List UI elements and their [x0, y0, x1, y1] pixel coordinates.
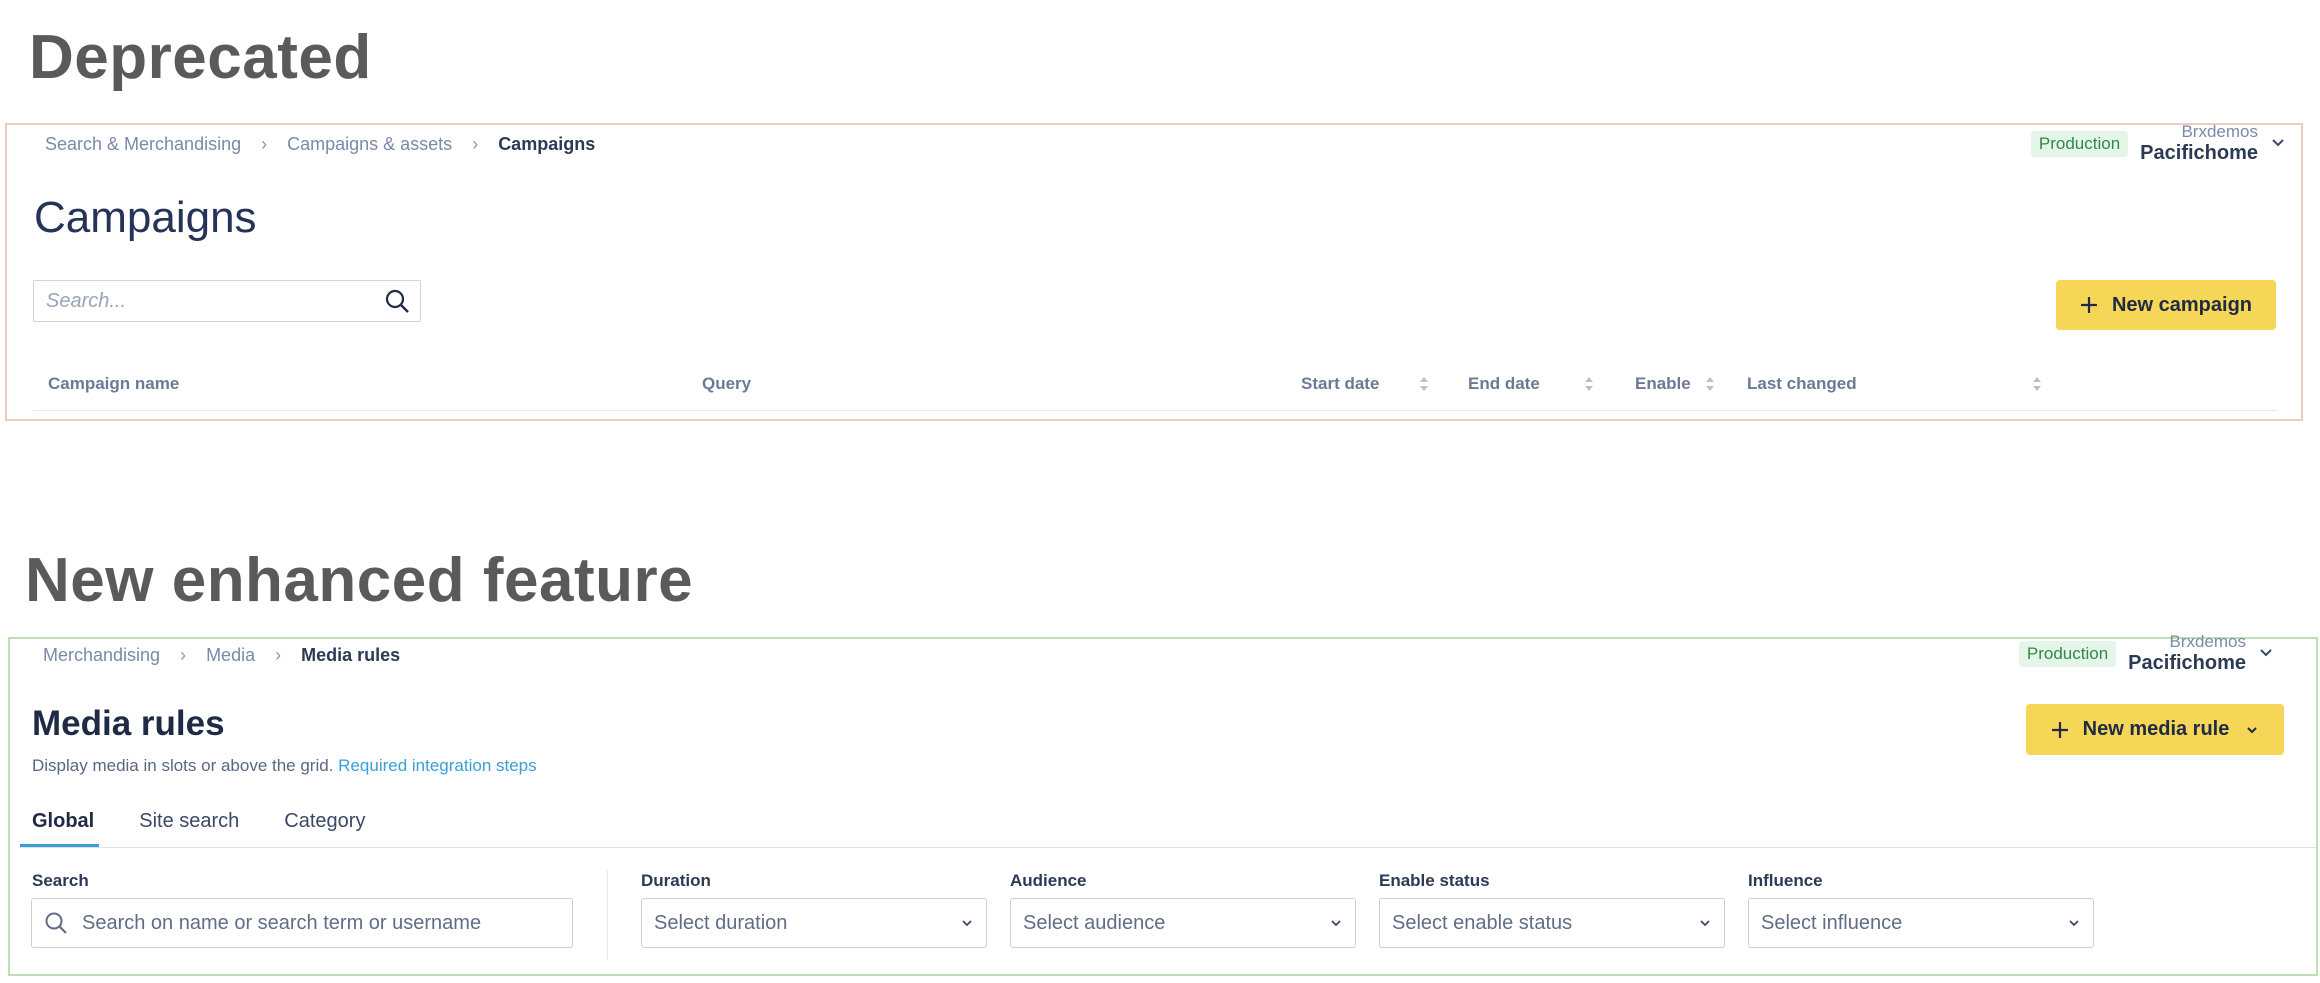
chevron-down-icon[interactable] [2270, 135, 2286, 151]
breadcrumb: Merchandising › Media › Media rules [43, 645, 400, 666]
column-header-enable[interactable]: Enable [1635, 374, 1715, 394]
chevron-down-icon [1331, 920, 1341, 927]
search-filter-label: Search [32, 871, 89, 890]
audience-select-value: Select audience [1023, 911, 1166, 934]
chevron-right-icon: › [180, 645, 187, 665]
sort-icon[interactable] [1705, 376, 1715, 392]
deprecated-section-title: Deprecated [29, 23, 372, 92]
chevron-down-icon [2069, 920, 2079, 927]
tab-global[interactable]: Global [19, 810, 100, 847]
breadcrumb-item-search-merchandising[interactable]: Search & Merchandising [45, 134, 241, 155]
account-site: Pacifichome [2140, 142, 2258, 164]
tab-site-search[interactable]: Site search [139, 810, 239, 847]
enable-status-select-value: Select enable status [1392, 911, 1573, 934]
tab-divider [20, 847, 2316, 848]
breadcrumb-item-media-rules: Media rules [301, 645, 401, 665]
page-subtitle: Display media in slots or above the grid… [32, 756, 537, 776]
column-header-end-date[interactable]: End date [1468, 374, 1594, 394]
page-title: Campaigns [34, 193, 257, 242]
search-input[interactable] [80, 910, 560, 936]
duration-select-value: Select duration [654, 911, 788, 934]
account-org: Brxdemos [2181, 122, 2258, 141]
plus-icon [2080, 297, 2097, 313]
duration-filter-label: Duration [641, 871, 711, 890]
breadcrumb-item-campaigns: Campaigns [498, 134, 596, 154]
chevron-down-icon [1700, 920, 1710, 927]
plus-icon [2051, 721, 2068, 738]
duration-select[interactable]: Select duration [641, 898, 987, 948]
account-org: Brxdemos [2169, 632, 2246, 651]
media-rule-search-field[interactable] [31, 898, 573, 948]
influence-select[interactable]: Select influence [1748, 898, 2094, 948]
environment-badge: Production [2030, 131, 2129, 157]
chevron-right-icon: › [275, 645, 282, 665]
page-title: Media rules [32, 704, 225, 743]
breadcrumb-item-campaigns-assets[interactable]: Campaigns & assets [287, 134, 452, 155]
column-header-campaign-name[interactable]: Campaign name [48, 374, 179, 394]
chevron-down-icon [2247, 726, 2258, 733]
sort-icon[interactable] [2032, 376, 2042, 392]
account-switcher[interactable]: Production Brxdemos Pacifichome [2030, 122, 2286, 165]
environment-badge: Production [2018, 641, 2117, 667]
influence-filter-label: Influence [1748, 871, 1823, 890]
account-site: Pacifichome [2128, 652, 2246, 674]
search-icon [45, 912, 67, 934]
new-media-rule-label: New media rule [2082, 718, 2230, 740]
sort-icon[interactable] [1419, 376, 1429, 392]
new-section-title: New enhanced feature [25, 546, 694, 615]
search-input[interactable] [44, 288, 384, 314]
chevron-right-icon: › [261, 134, 268, 154]
column-header-last-changed[interactable]: Last changed [1747, 374, 2042, 394]
chevron-right-icon: › [472, 134, 479, 154]
audience-filter-label: Audience [1010, 871, 1087, 890]
breadcrumb: Search & Merchandising › Campaigns & ass… [45, 134, 595, 155]
page-subtitle-text: Display media in slots or above the grid… [32, 756, 334, 775]
search-icon[interactable] [384, 288, 410, 314]
table-header-divider [33, 410, 2277, 411]
new-campaign-button[interactable]: New campaign [2056, 280, 2276, 330]
filter-divider [607, 870, 608, 960]
sort-icon[interactable] [1584, 376, 1594, 392]
enable-status-filter-label: Enable status [1379, 871, 1490, 890]
new-campaign-label: New campaign [2111, 293, 2253, 316]
account-switcher[interactable]: Production Brxdemos Pacifichome [2018, 632, 2274, 675]
influence-select-value: Select influence [1761, 911, 1903, 934]
chevron-down-icon [962, 920, 972, 927]
chevron-down-icon[interactable] [2258, 645, 2274, 661]
tab-bar: Global Site search Category [19, 810, 410, 847]
tab-category[interactable]: Category [284, 810, 365, 847]
column-header-start-date[interactable]: Start date [1301, 374, 1429, 394]
enable-status-select[interactable]: Select enable status [1379, 898, 1725, 948]
audience-select[interactable]: Select audience [1010, 898, 1356, 948]
breadcrumb-item-media[interactable]: Media [206, 645, 255, 666]
new-media-rule-button[interactable]: New media rule [2026, 704, 2284, 755]
breadcrumb-item-merchandising[interactable]: Merchandising [43, 645, 160, 666]
integration-steps-link[interactable]: Required integration steps [338, 756, 536, 775]
campaign-search-field[interactable] [33, 280, 421, 322]
column-header-query[interactable]: Query [702, 374, 751, 394]
